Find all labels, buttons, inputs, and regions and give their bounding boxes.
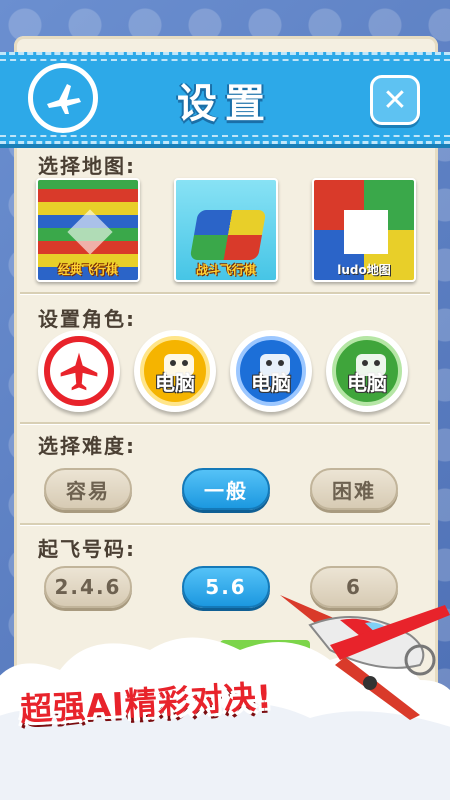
airplane-icon bbox=[60, 352, 98, 391]
map-caption: 战斗飞行棋 bbox=[195, 263, 256, 277]
role-player-red[interactable] bbox=[38, 330, 120, 412]
close-icon: ✕ bbox=[382, 82, 408, 118]
map-caption: ludo地图 bbox=[337, 263, 391, 277]
takeoff-option-56-button[interactable]: 5.6 bbox=[182, 566, 270, 608]
difficulty-hard-button[interactable]: 困难 bbox=[310, 468, 398, 510]
difficulty-easy-button[interactable]: 容易 bbox=[44, 468, 132, 510]
robot-icon bbox=[356, 354, 386, 376]
map-option-classic[interactable]: 经典飞行棋 bbox=[36, 178, 140, 282]
robot-icon bbox=[260, 354, 290, 376]
difficulty-normal-button[interactable]: 一般 bbox=[182, 468, 270, 510]
takeoff-option-246-button[interactable]: 2.4.6 bbox=[44, 566, 132, 608]
section-divider bbox=[20, 422, 430, 425]
map-option-ludo[interactable]: ludo地图 bbox=[312, 178, 416, 282]
close-button[interactable]: ✕ bbox=[370, 75, 420, 125]
battle-board-icon bbox=[189, 210, 267, 260]
role-computer-green[interactable]: 电脑 bbox=[326, 330, 408, 412]
role-computer-blue[interactable]: 电脑 bbox=[230, 330, 312, 412]
map-center-icon bbox=[67, 209, 113, 255]
map-section-label: 选择地图: bbox=[38, 154, 136, 178]
section-divider bbox=[20, 292, 430, 295]
section-divider bbox=[20, 523, 430, 526]
airplane-decoration-icon bbox=[280, 595, 450, 720]
role-section-label: 设置角色: bbox=[38, 307, 136, 331]
robot-icon bbox=[164, 354, 194, 376]
map-caption: 经典飞行棋 bbox=[57, 263, 118, 277]
role-computer-yellow[interactable]: 电脑 bbox=[134, 330, 216, 412]
settings-header: 设置 ✕ bbox=[0, 52, 450, 144]
map-option-battle[interactable]: 战斗飞行棋 bbox=[174, 178, 278, 282]
takeoff-section-label: 起飞号码: bbox=[38, 537, 136, 561]
difficulty-section-label: 选择难度: bbox=[38, 434, 136, 458]
ludo-center-icon bbox=[344, 210, 388, 254]
